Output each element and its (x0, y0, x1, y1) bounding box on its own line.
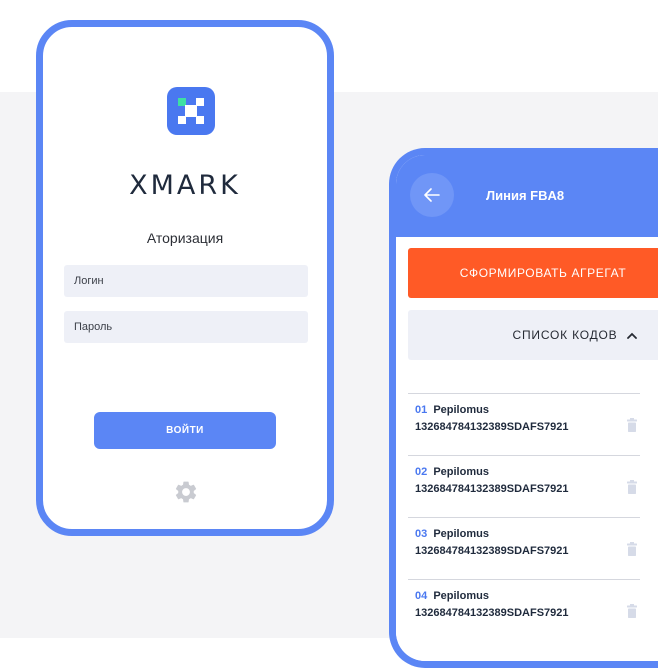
line-phone: Линия FBA8 СФОРМИРОВАТЬ АГРЕГАТ СПИСОК К… (389, 148, 658, 668)
auth-title: Аторизация (146, 230, 224, 246)
form-aggregate-button[interactable]: СФОРМИРОВАТЬ АГРЕГАТ (408, 248, 658, 298)
codes-list-toggle[interactable]: СПИСОК КОДОВ (408, 310, 658, 360)
xmark-logo-icon (167, 87, 215, 135)
list-item[interactable]: 01 Pepilomus 132684784132389SDAFS7921 (408, 393, 640, 455)
arrow-left-icon (424, 188, 440, 202)
trash-icon[interactable] (626, 418, 638, 432)
item-number: 01 (415, 404, 428, 416)
item-name: Pepilomus (433, 590, 489, 602)
login-input[interactable] (64, 265, 308, 297)
item-code: 132684784132389SDAFS7921 (415, 421, 569, 433)
item-code: 132684784132389SDAFS7921 (415, 545, 569, 557)
list-item[interactable]: 03 Pepilomus 132684784132389SDAFS7921 (408, 517, 640, 579)
item-name: Pepilomus (433, 466, 489, 478)
item-name: Pepilomus (433, 404, 489, 416)
item-number: 02 (415, 466, 428, 478)
brand-name: XMARK (129, 170, 241, 201)
gear-icon[interactable] (173, 479, 199, 505)
codes-list-label: СПИСОК КОДОВ (512, 328, 618, 342)
code-list: 01 Pepilomus 132684784132389SDAFS7921 02… (408, 393, 640, 641)
line-title: Линия FBA8 (486, 188, 565, 203)
item-number: 04 (415, 590, 428, 602)
list-item[interactable]: 04 Pepilomus 132684784132389SDAFS7921 (408, 579, 640, 641)
trash-icon[interactable] (626, 480, 638, 494)
item-number: 03 (415, 528, 428, 540)
trash-icon[interactable] (626, 604, 638, 618)
login-button[interactable]: ВОЙТИ (94, 412, 276, 449)
login-phone: XMARK Аторизация ВОЙТИ (36, 20, 334, 536)
item-code: 132684784132389SDAFS7921 (415, 483, 569, 495)
list-item[interactable]: 02 Pepilomus 132684784132389SDAFS7921 (408, 455, 640, 517)
item-code: 132684784132389SDAFS7921 (415, 607, 569, 619)
trash-icon[interactable] (626, 542, 638, 556)
item-name: Pepilomus (433, 528, 489, 540)
password-input[interactable] (64, 311, 308, 343)
line-header: Линия FBA8 (396, 155, 658, 237)
back-button[interactable] (410, 173, 454, 217)
chevron-up-icon (627, 328, 638, 342)
